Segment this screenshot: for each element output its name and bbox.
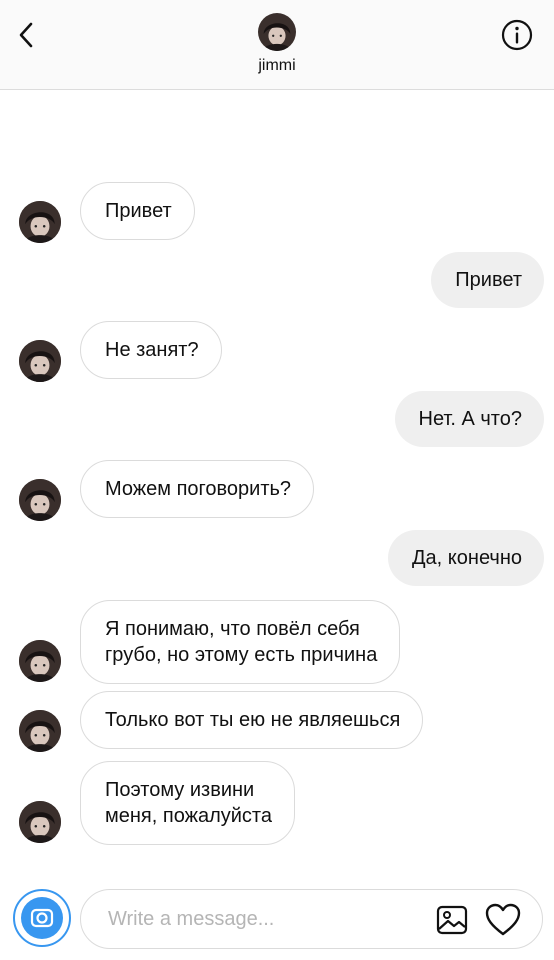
contact-username[interactable]: jimmi bbox=[0, 57, 554, 75]
incoming-message[interactable]: Можем поговорить? bbox=[80, 460, 315, 518]
message-text: Да, конечно bbox=[412, 547, 522, 569]
message-text: Привет bbox=[105, 200, 172, 222]
incoming-message[interactable]: Привет bbox=[80, 182, 195, 240]
message-text: Только вот ты ею не являешься bbox=[105, 709, 401, 731]
message-text: Привет bbox=[455, 269, 522, 291]
sender-avatar[interactable] bbox=[19, 801, 61, 843]
avatar-image bbox=[19, 201, 61, 243]
image-icon bbox=[436, 905, 468, 935]
chat-header: jimmi bbox=[0, 0, 554, 90]
message-text: Можем поговорить? bbox=[105, 478, 292, 500]
gallery-button[interactable] bbox=[436, 905, 468, 935]
message-text: Не занят? bbox=[105, 339, 199, 361]
like-button[interactable] bbox=[485, 903, 521, 937]
sender-avatar[interactable] bbox=[19, 201, 61, 243]
avatar-image bbox=[19, 479, 61, 521]
avatar-image bbox=[19, 710, 61, 752]
message-text: Нет. А что? bbox=[418, 408, 522, 430]
avatar-image bbox=[19, 801, 61, 843]
camera-icon bbox=[21, 897, 63, 939]
avatar-image bbox=[19, 340, 61, 382]
outgoing-message[interactable]: Нет. А что? bbox=[394, 391, 544, 447]
avatar-image bbox=[19, 640, 61, 682]
incoming-message[interactable]: Я понимаю, что повёл себя грубо, но этом… bbox=[80, 600, 401, 684]
message-text-line: Я понимаю, что повёл себя bbox=[105, 618, 360, 640]
message-input[interactable]: Write a message... bbox=[108, 908, 274, 931]
message-composer[interactable]: Write a message... bbox=[80, 889, 543, 949]
contact-avatar[interactable] bbox=[258, 13, 296, 51]
outgoing-message[interactable]: Да, конечно bbox=[388, 530, 544, 586]
chevron-left-icon bbox=[19, 22, 33, 48]
camera-button[interactable] bbox=[13, 889, 71, 947]
sender-avatar[interactable] bbox=[19, 640, 61, 682]
sender-avatar[interactable] bbox=[19, 710, 61, 752]
heart-icon bbox=[485, 903, 521, 936]
sender-avatar[interactable] bbox=[19, 479, 61, 521]
outgoing-message[interactable]: Привет bbox=[431, 252, 544, 308]
back-button[interactable] bbox=[10, 18, 44, 52]
incoming-message[interactable]: Только вот ты ею не являешься bbox=[80, 691, 424, 749]
sender-avatar[interactable] bbox=[19, 340, 61, 382]
info-circle-icon bbox=[501, 19, 533, 51]
info-button[interactable] bbox=[500, 18, 534, 52]
incoming-message[interactable]: Не занят? bbox=[80, 321, 222, 379]
message-text-line: грубо, но этому есть причина bbox=[105, 644, 378, 666]
avatar-image bbox=[258, 13, 296, 51]
incoming-message[interactable]: Поэтому извини меня, пожалуйста bbox=[80, 761, 295, 845]
message-text-line: Поэтому извини bbox=[105, 779, 255, 801]
message-text-line: меня, пожалуйста bbox=[105, 805, 272, 827]
